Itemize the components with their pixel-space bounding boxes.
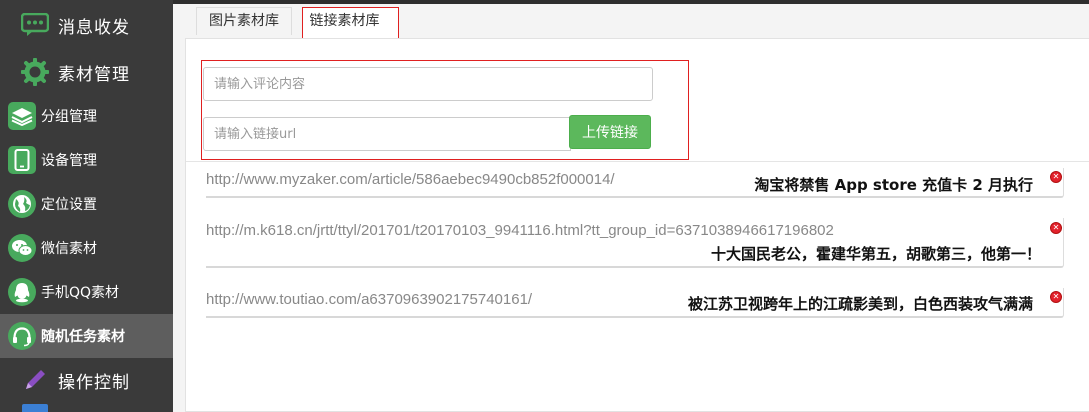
link-row: http://www.toutiao.com/a6370963902175740… bbox=[206, 288, 1064, 318]
divider bbox=[186, 161, 1089, 162]
sidebar-item-label: 设备管理 bbox=[41, 153, 97, 169]
chat-icon bbox=[20, 10, 50, 40]
sidebar-item-operation-control[interactable]: 操作控制 bbox=[0, 358, 173, 402]
delete-icon[interactable]: ✕ bbox=[1050, 291, 1062, 303]
sidebar-item-label: 素材管理 bbox=[58, 64, 130, 85]
calendar-icon bbox=[22, 404, 48, 412]
link-row: http://www.myzaker.com/article/586aebec9… bbox=[206, 168, 1064, 198]
comment-input[interactable] bbox=[203, 67, 653, 101]
main-content: 图片素材库 链接素材库 上传链接 http://www.myzaker.com/… bbox=[173, 0, 1089, 412]
sidebar-item-label: 手机QQ素材 bbox=[41, 285, 120, 301]
link-row: http://m.k618.cn/jrtt/ttyl/201701/t20170… bbox=[206, 218, 1064, 268]
sidebar-item-messages[interactable]: 消息收发 bbox=[0, 0, 173, 50]
globe-icon bbox=[8, 190, 36, 218]
sidebar-item-label: 微信素材 bbox=[41, 241, 97, 257]
sidebar-item-qq[interactable]: 手机QQ素材 bbox=[0, 270, 173, 314]
link-title: 淘宝将禁售 App store 充值卡 2 月执行 bbox=[754, 176, 1033, 194]
delete-icon[interactable]: ✕ bbox=[1050, 171, 1062, 183]
sidebar-item-groups[interactable]: 分组管理 bbox=[0, 94, 173, 138]
sidebar-item-label: 分组管理 bbox=[41, 109, 97, 125]
sidebar-item-location[interactable]: 定位设置 bbox=[0, 182, 173, 226]
top-bar bbox=[173, 0, 1089, 4]
sidebar-item-label: 消息收发 bbox=[58, 17, 130, 38]
tab-image-library[interactable]: 图片素材库 bbox=[196, 7, 292, 35]
delete-icon[interactable]: ✕ bbox=[1050, 222, 1062, 234]
sidebar-item-wechat[interactable]: 微信素材 bbox=[0, 226, 173, 270]
wechat-icon bbox=[8, 234, 36, 262]
sidebar-item-devices[interactable]: 设备管理 bbox=[0, 138, 173, 182]
upload-link-button[interactable]: 上传链接 bbox=[569, 115, 651, 149]
link-title: 十大国民老公，霍建华第五，胡歌第三，他第一！ bbox=[710, 245, 1041, 263]
sidebar-item-materials[interactable]: 素材管理 bbox=[0, 50, 173, 94]
pencil-icon bbox=[20, 365, 50, 395]
link-upload-form: 上传链接 bbox=[201, 60, 689, 160]
sidebar-item-label: 定位设置 bbox=[41, 197, 97, 213]
material-tabs: 图片素材库 链接素材库 bbox=[196, 7, 409, 39]
layers-icon bbox=[8, 102, 36, 130]
phone-icon bbox=[8, 146, 36, 174]
sidebar: 消息收发 素材管理 分组管理 设备管理 定位设置 微信素材 手机QQ素材 随机任… bbox=[0, 0, 173, 412]
sidebar-item-label: 操作控制 bbox=[58, 372, 130, 393]
link-url[interactable]: http://www.toutiao.com/a6370963902175740… bbox=[206, 291, 532, 308]
link-library-panel: 上传链接 http://www.myzaker.com/article/586a… bbox=[185, 38, 1089, 412]
tab-link-library[interactable]: 链接素材库 bbox=[302, 7, 399, 39]
gear-icon bbox=[20, 57, 50, 87]
link-url[interactable]: http://m.k618.cn/jrtt/ttyl/201701/t20170… bbox=[206, 222, 834, 239]
qq-icon bbox=[8, 278, 36, 306]
sidebar-item-label: 随机任务素材 bbox=[41, 329, 125, 345]
headset-icon bbox=[8, 322, 36, 350]
link-title: 被江苏卫视跨年上的江疏影美到，白色西装攻气满满 bbox=[687, 295, 1033, 313]
link-url[interactable]: http://www.myzaker.com/article/586aebec9… bbox=[206, 171, 615, 188]
sidebar-item-random-task[interactable]: 随机任务素材 bbox=[0, 314, 173, 358]
link-url-input[interactable] bbox=[203, 117, 571, 151]
